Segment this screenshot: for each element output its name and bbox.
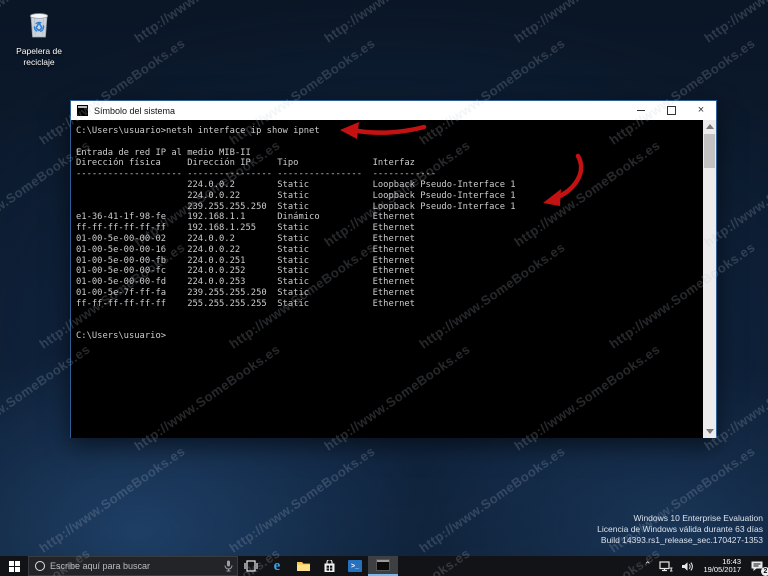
search-input[interactable]	[50, 561, 224, 571]
taskbar: e >_ ⌃	[0, 556, 768, 576]
cmd-titlebar[interactable]: Símbolo del sistema ×	[71, 101, 716, 120]
console-text: C:\Users\usuario>netsh interface ip show…	[76, 126, 516, 342]
site-watermark-text: http://www.SomeBooks.es	[511, 0, 662, 46]
scrollbar-down-arrow-icon[interactable]	[703, 425, 716, 438]
tray-overflow-chevron-icon[interactable]: ⌃	[640, 555, 656, 575]
action-center-button[interactable]: 2	[746, 556, 768, 576]
window-title: Símbolo del sistema	[94, 105, 176, 116]
site-watermark-text: http://www.SomeBooks.es	[131, 0, 282, 46]
edge-icon: e	[273, 558, 281, 574]
start-button[interactable]	[0, 556, 28, 576]
cmd-window: Símbolo del sistema × C:\Users\usuario>n…	[70, 100, 717, 438]
powershell-button[interactable]: >_	[342, 556, 368, 576]
file-explorer-button[interactable]	[290, 556, 316, 576]
edge-browser-button[interactable]: e	[264, 556, 290, 576]
taskbar-clock[interactable]: 16:43 19/05/2017	[698, 557, 746, 575]
cortana-icon	[35, 561, 45, 571]
cmd-taskbar-icon	[376, 559, 390, 571]
recycle-bin-desktop-icon[interactable]: Papelera de reciclaje	[8, 8, 70, 67]
close-button[interactable]: ×	[686, 101, 716, 120]
recycle-bin-label-line1: Papelera de	[16, 46, 62, 56]
eval-line-2: Licencia de Windows válida durante 63 dí…	[597, 524, 763, 534]
recycle-bin-icon	[29, 13, 49, 38]
maximize-button[interactable]	[656, 101, 686, 120]
site-watermark-text: http://www.SomeBooks.es	[416, 443, 568, 556]
cmd-app-icon	[77, 105, 88, 116]
site-watermark-text: http://www.SomeBooks.es	[701, 0, 768, 46]
store-icon	[324, 559, 334, 572]
clock-date: 19/05/2017	[703, 565, 741, 574]
scrollbar-thumb[interactable]	[704, 134, 715, 168]
site-watermark-text: http://www.SomeBooks.es	[36, 443, 188, 556]
microphone-icon[interactable]	[224, 560, 233, 572]
network-icon[interactable]	[655, 556, 677, 576]
console-scrollbar[interactable]	[703, 120, 716, 438]
site-watermark-text: http://www.SomeBooks.es	[321, 0, 472, 46]
file-explorer-icon	[296, 562, 310, 571]
taskbar-app-icons: e >_	[238, 556, 398, 576]
volume-icon[interactable]	[677, 556, 698, 576]
recycle-bin-label-line2: reciclaje	[23, 57, 55, 67]
scrollbar-up-arrow-icon[interactable]	[703, 120, 716, 133]
task-view-button[interactable]	[238, 556, 264, 576]
windows-logo-icon	[8, 560, 20, 572]
system-tray: ⌃ 16:43 19/05/2017 2	[640, 556, 768, 576]
cmd-taskbar-button-active[interactable]	[368, 556, 398, 576]
minimize-button[interactable]	[626, 101, 656, 120]
eval-watermark: Windows 10 Enterprise Evaluation Licenci…	[597, 513, 763, 546]
console-area[interactable]: C:\Users\usuario>netsh interface ip show…	[71, 120, 716, 438]
taskbar-search-box[interactable]	[28, 556, 238, 576]
task-view-icon	[244, 560, 258, 572]
eval-line-1: Windows 10 Enterprise Evaluation	[633, 513, 763, 523]
eval-line-3: Build 14393.rs1_release_sec.170427-1353	[600, 535, 763, 545]
site-watermark-text: http://www.SomeBooks.es	[226, 443, 378, 556]
windows-store-button[interactable]	[316, 556, 342, 576]
powershell-icon: >_	[348, 560, 362, 572]
notification-count-badge: 2	[761, 567, 768, 576]
